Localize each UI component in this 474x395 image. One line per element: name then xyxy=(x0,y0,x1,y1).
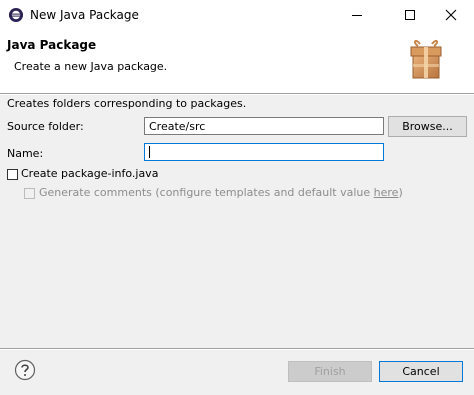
help-icon[interactable] xyxy=(14,359,36,381)
create-package-info-checkbox[interactable] xyxy=(7,169,18,180)
generate-comments-checkbox[interactable] xyxy=(24,188,35,199)
maximize-button[interactable] xyxy=(387,0,433,30)
package-wizard-icon xyxy=(410,39,442,79)
maximize-icon xyxy=(405,10,415,20)
close-window-button[interactable] xyxy=(428,0,474,30)
generate-comments-suffix: ) xyxy=(398,186,403,199)
name-label: Name: xyxy=(7,147,44,160)
generate-comments-text: Generate comments (configure templates a… xyxy=(39,186,403,199)
wizard-title: Java Package xyxy=(7,38,97,52)
wizard-description: Create a new Java package. xyxy=(14,60,168,73)
minimize-icon xyxy=(352,15,362,16)
source-folder-label: Source folder: xyxy=(7,120,84,133)
text-cursor xyxy=(149,146,150,158)
intro-text: Creates folders corresponding to package… xyxy=(7,97,247,110)
close-icon xyxy=(445,9,457,21)
source-folder-input[interactable] xyxy=(144,117,384,135)
cancel-button-label: Cancel xyxy=(402,365,440,378)
window-title: New Java Package xyxy=(30,8,139,22)
configure-templates-link[interactable]: here xyxy=(374,186,399,199)
title-bar: New Java Package xyxy=(0,0,474,30)
browse-button[interactable]: Browse... xyxy=(388,116,467,137)
wizard-header: Java Package Create a new Java package. xyxy=(0,30,474,93)
eclipse-icon xyxy=(9,8,23,22)
generate-comments-label: Generate comments (configure templates a… xyxy=(39,186,374,199)
minimize-button[interactable] xyxy=(334,0,380,30)
finish-button[interactable]: Finish xyxy=(288,361,372,382)
create-package-info-label[interactable]: Create package-info.java xyxy=(21,167,158,180)
finish-button-label: Finish xyxy=(314,365,346,378)
browse-button-label: Browse... xyxy=(402,120,453,133)
package-name-input[interactable] xyxy=(144,143,384,161)
cancel-button[interactable]: Cancel xyxy=(379,361,463,382)
